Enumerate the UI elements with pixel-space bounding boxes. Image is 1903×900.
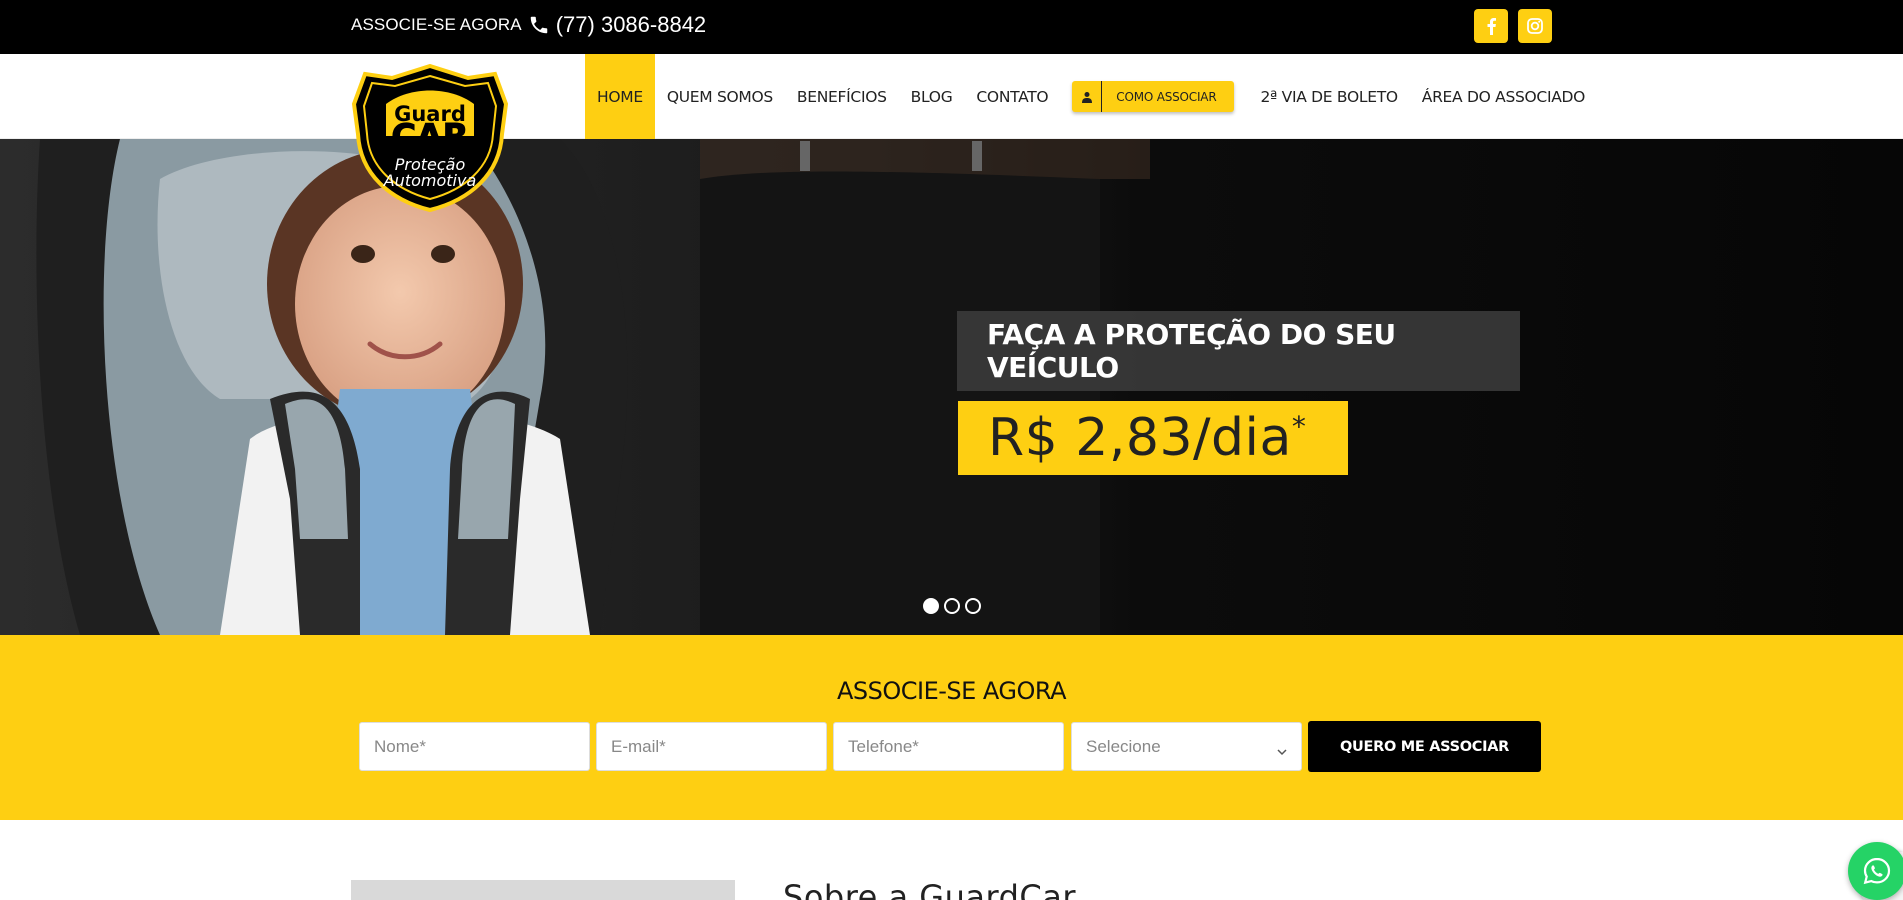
hero-headline: FAÇA A PROTEÇÃO DO SEU VEÍCULO <box>987 318 1396 384</box>
nav-blog[interactable]: BLOG <box>899 54 965 139</box>
hero-price-box: R$ 2,83/dia* <box>958 401 1348 475</box>
slider-dot-3[interactable] <box>965 598 981 614</box>
whatsapp-icon <box>1863 857 1891 885</box>
top-cta-text: ASSOCIE-SE AGORA <box>351 15 522 34</box>
plan-select[interactable]: Selecione <box>1071 722 1302 771</box>
nav-contato[interactable]: CONTATO <box>964 54 1060 139</box>
about-title: Sobre a GuardCar <box>783 878 1076 900</box>
phone-number[interactable]: (77) 3086-8842 <box>556 12 706 38</box>
nav-home[interactable]: HOME <box>585 54 655 139</box>
nav-segunda-via-boleto[interactable]: 2ª VIA DE BOLETO <box>1248 54 1409 139</box>
hero-headline-box: FAÇA A PROTEÇÃO DO SEU VEÍCULO <box>957 311 1520 391</box>
como-associar-button[interactable]: COMO ASSOCIAR <box>1072 81 1235 112</box>
nav-area-associado[interactable]: ÁREA DO ASSOCIADO <box>1410 54 1597 139</box>
main-nav: HOME QUEM SOMOS BENEFÍCIOS BLOG CONTATO … <box>585 54 1597 139</box>
chevron-down-icon <box>1277 742 1287 755</box>
como-associar-label: COMO ASSOCIAR <box>1116 89 1217 104</box>
submit-button[interactable]: QUERO ME ASSOCIAR <box>1308 721 1541 772</box>
slider-dot-2[interactable] <box>944 598 960 614</box>
nav-quem-somos[interactable]: QUEM SOMOS <box>655 54 785 139</box>
hero-price-footnote-mark: * <box>1291 410 1307 443</box>
phone-icon <box>528 14 550 36</box>
user-icon <box>1072 81 1103 112</box>
signup-band: ASSOCIE-SE AGORA Selecione QUERO ME ASSO… <box>0 635 1903 820</box>
phone-input[interactable] <box>833 722 1064 771</box>
facebook-icon[interactable] <box>1474 9 1508 43</box>
hero-slider: FAÇA A PROTEÇÃO DO SEU VEÍCULO R$ 2,83/d… <box>0 139 1903 635</box>
hero-image <box>0 139 1903 635</box>
whatsapp-button[interactable] <box>1848 842 1903 900</box>
top-bar: ASSOCIE-SE AGORA (77) 3086-8842 <box>0 0 1903 54</box>
logo-line4: Automotiva <box>383 171 477 190</box>
logo-line2: CAR <box>391 117 468 157</box>
about-image <box>351 880 735 900</box>
guardcar-logo[interactable]: Guard CAR Proteção Automotiva <box>350 63 510 213</box>
top-contact: ASSOCIE-SE AGORA (77) 3086-8842 <box>351 12 706 38</box>
hero-price: R$ 2,83/dia* <box>988 408 1306 468</box>
instagram-icon[interactable] <box>1518 9 1552 43</box>
name-input[interactable] <box>359 722 590 771</box>
plan-select-value: Selecione <box>1086 736 1161 756</box>
nav-beneficios[interactable]: BENEFÍCIOS <box>785 54 899 139</box>
slider-dots <box>923 598 981 614</box>
hero-price-value: R$ 2,83/dia <box>988 408 1292 468</box>
slider-dot-1[interactable] <box>923 598 939 614</box>
signup-title: ASSOCIE-SE AGORA <box>836 677 1067 705</box>
email-input[interactable] <box>596 722 827 771</box>
